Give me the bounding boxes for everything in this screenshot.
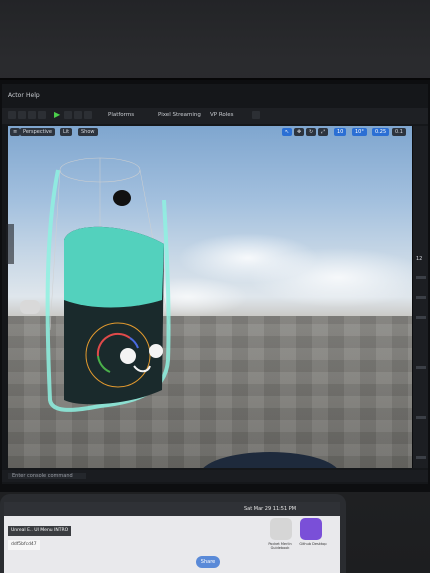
rotation-snap-value[interactable]: 10° [352,128,367,136]
console-command-input[interactable]: Enter console command [8,473,86,479]
laptop-screen: Sat Mar 29 11:51 PM Unreal E.. UI Menu I… [4,502,340,573]
status-bar: Enter console command [2,470,428,482]
laptop-clock: Sat Mar 29 11:51 PM [244,506,297,512]
right-eye [149,344,163,358]
github-desktop-icon[interactable] [300,518,322,540]
character-model[interactable] [40,150,180,420]
details-row [416,456,426,459]
camera-speed-value[interactable]: 0.1 [392,128,406,136]
menu-actor[interactable]: Actor [8,92,24,99]
app-label: Github Desktop [299,542,327,546]
scale-tool-icon[interactable]: ⤢ [318,128,329,136]
blueprint-icon[interactable] [38,111,46,119]
details-row [416,416,426,419]
pixel-streaming-button[interactable]: Pixel Streaming [158,112,201,118]
app-label: Pocket Merlin Guidebook [268,542,292,550]
platforms-button[interactable]: Platforms [108,112,134,118]
viewport-side-tools[interactable] [6,224,14,264]
lit-button[interactable]: Lit [60,128,73,136]
save-icon[interactable] [8,111,16,119]
details-panel[interactable]: 12 [412,126,428,468]
step-icon[interactable] [64,111,72,119]
details-row [416,276,426,279]
perspective-button[interactable]: Perspective [20,128,55,136]
browser-tab[interactable]: ddf5bfcd47 [8,540,40,550]
details-row [416,316,426,319]
share-button[interactable]: Share [196,556,220,568]
gamepad-icon [20,300,40,314]
show-button[interactable]: Show [78,128,98,136]
floating-eye [113,190,131,206]
viewport-toolbar: ≡ Perspective Lit Show ↖ ✥ ↻ ⤢ 10 10° 0.… [8,126,412,138]
vp-roles-button[interactable]: VP Roles [210,112,234,118]
content-icon[interactable] [28,111,36,119]
play-icon[interactable]: ▶ [54,111,60,119]
app-icon[interactable] [270,518,292,540]
browser-tab[interactable]: Unreal E.. UI Menu INTRO [8,526,72,536]
eject-icon[interactable] [84,111,92,119]
menu-help[interactable]: Help [26,92,40,99]
settings-icon[interactable] [252,111,260,119]
move-tool-icon[interactable]: ✥ [294,128,305,136]
main-toolbar: ▶ Platforms Pixel Streaming VP Roles [2,108,428,124]
body-teal [64,226,164,308]
rotate-tool-icon[interactable]: ↻ [306,128,317,136]
viewport-menu-icon[interactable]: ≡ [10,128,21,136]
left-eye [120,348,136,364]
select-tool-icon[interactable]: ↖ [282,128,293,136]
scale-snap-value[interactable]: 0.25 [372,128,390,136]
details-number: 12 [416,256,423,262]
details-row [416,296,426,299]
stop-icon[interactable] [74,111,82,119]
grid-snap-value[interactable]: 10 [334,128,347,136]
menu-bar: Actor Help [2,90,428,102]
details-row [416,366,426,369]
mode-icon[interactable] [18,111,26,119]
